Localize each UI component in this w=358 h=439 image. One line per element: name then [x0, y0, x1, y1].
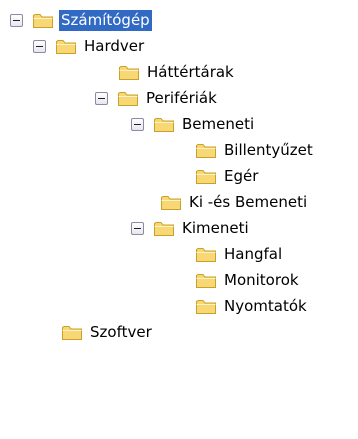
- tree-node-hangfal[interactable]: Hangfal: [195, 241, 284, 267]
- tree-node-szoftver[interactable]: Szoftver: [61, 319, 154, 345]
- tree-node-bemeneti[interactable]: Bemeneti: [131, 111, 256, 137]
- tree-node-label[interactable]: Háttértárak: [145, 62, 236, 83]
- tree-node-label[interactable]: Egér: [222, 166, 260, 187]
- tree-node-periferiak[interactable]: Perifériák: [95, 85, 219, 111]
- tree-node-label[interactable]: Monitorok: [222, 270, 301, 291]
- collapse-icon[interactable]: [95, 91, 108, 105]
- tree-node-eger[interactable]: Egér: [195, 163, 260, 189]
- tree-node-nyomtatok[interactable]: Nyomtatók: [195, 293, 309, 319]
- folder-icon: [154, 222, 174, 236]
- collapse-icon[interactable]: [131, 117, 144, 131]
- tree-node-label[interactable]: Perifériák: [144, 88, 219, 109]
- tree-node-label[interactable]: Bemeneti: [180, 114, 256, 135]
- folder-icon: [196, 248, 216, 262]
- folder-icon: [33, 14, 53, 28]
- tree-node-label[interactable]: Ki -és Bemeneti: [187, 192, 309, 213]
- tree-node-monitorok[interactable]: Monitorok: [195, 267, 301, 293]
- collapse-icon[interactable]: [33, 39, 46, 53]
- collapse-icon[interactable]: [131, 221, 144, 235]
- folder-icon: [119, 66, 139, 80]
- tree-node-label[interactable]: Hardver: [82, 36, 146, 57]
- tree-node-szamitogep[interactable]: Számítógép: [10, 7, 152, 33]
- collapse-icon[interactable]: [10, 13, 23, 27]
- folder-icon: [62, 326, 82, 340]
- tree-node-billentyuzet[interactable]: Billentyűzet: [195, 137, 315, 163]
- folder-icon: [118, 92, 138, 106]
- folder-icon: [196, 170, 216, 184]
- tree-node-label[interactable]: Szoftver: [88, 322, 154, 343]
- folder-icon: [196, 144, 216, 158]
- tree-node-hattertarak[interactable]: Háttértárak: [118, 59, 236, 85]
- folder-tree: Számítógép Hardver Háttértárak Perifériá…: [0, 0, 358, 439]
- tree-node-label[interactable]: Hangfal: [222, 244, 284, 265]
- folder-icon: [196, 274, 216, 288]
- tree-node-hardver[interactable]: Hardver: [33, 33, 146, 59]
- tree-node-label[interactable]: Számítógép: [59, 9, 152, 31]
- tree-node-ki-es-bemeneti[interactable]: Ki -és Bemeneti: [160, 189, 309, 215]
- tree-node-label[interactable]: Nyomtatók: [222, 296, 309, 317]
- folder-icon: [161, 196, 181, 210]
- tree-node-label[interactable]: Kimeneti: [180, 218, 251, 239]
- folder-icon: [56, 40, 76, 54]
- tree-node-label[interactable]: Billentyűzet: [222, 140, 315, 161]
- folder-icon: [154, 118, 174, 132]
- folder-icon: [196, 300, 216, 314]
- tree-node-kimeneti[interactable]: Kimeneti: [131, 215, 251, 241]
